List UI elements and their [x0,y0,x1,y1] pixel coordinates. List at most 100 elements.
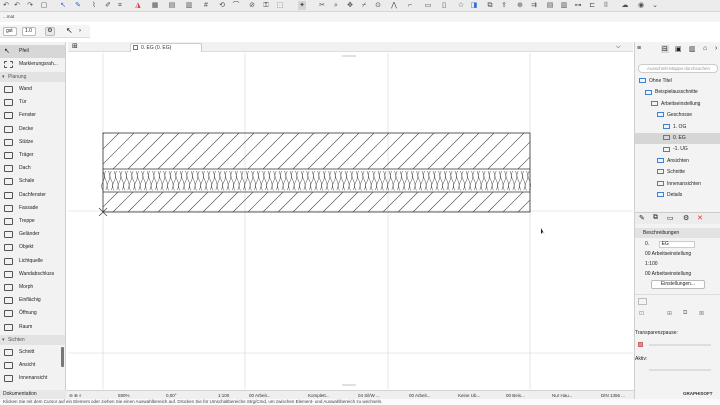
magic-wand-icon[interactable]: ✦ [298,1,306,10]
settings-icon[interactable]: ⚙ [683,214,689,222]
grid-icon[interactable]: ▤ [167,1,177,10]
teamwork-icon[interactable]: ⊕ [516,1,524,10]
toolbox-scrollbar[interactable] [61,347,64,367]
tool-wandabschluss[interactable]: Wandabschluss [0,268,65,281]
orbit-icon[interactable]: ⊙ [374,1,382,10]
pointer-icon[interactable]: ↖ [66,26,73,36]
tool-dach[interactable]: Dach [0,162,65,175]
settings-button[interactable]: Einstellungen... [651,280,705,289]
tab-menu-icon[interactable]: ⌵ [616,43,621,51]
group-sichten[interactable]: Sichten [0,335,65,345]
measure-icon[interactable]: ◮ [133,1,143,10]
tool-fenster[interactable]: Fenster [0,109,65,122]
tool-ansicht[interactable]: Ansicht [0,359,65,372]
tool-schnitt[interactable]: Schnitt [0,346,65,359]
tool-dachfenster[interactable]: Dachfenster [0,189,65,202]
chevron-right-icon[interactable]: › [79,27,81,35]
prop-layer-combo[interactable]: 00 Arbeitseinstellung [635,249,720,259]
pencil-icon[interactable]: ✎ [74,1,82,10]
adjust-icon[interactable]: ⋀ [390,1,398,10]
expand-icon[interactable]: › [715,45,717,52]
split-icon[interactable]: ⊘ [248,1,256,10]
tree-item[interactable]: -1. UG [635,144,720,155]
expand-panel-icon[interactable]: ⊠ [699,310,704,317]
tree-item[interactable]: 0. EG [635,133,720,144]
lock-icon[interactable]: ⚿ [262,1,270,10]
tool-innenansicht[interactable]: Innenansicht [0,372,65,385]
window-icon[interactable]: ▭ [424,1,432,10]
info-field-2[interactable]: 1.0 [22,27,36,36]
cloud-icon[interactable]: ☁ [620,1,630,10]
tree-item[interactable]: Beispielausschnitte [635,87,720,98]
tool-treppe[interactable]: Treppe [0,215,65,228]
render-icon[interactable]: ◉ [636,1,646,10]
tool-lichtquelle[interactable]: Lichtquelle [0,255,65,268]
prop-model-view[interactable]: 00 Arbeitseinstellung [635,269,720,279]
star-icon[interactable]: ☆ [457,1,465,10]
snap-grid-icon[interactable]: # [202,1,210,10]
pan-icon[interactable]: ✥ [346,1,354,10]
group-planung[interactable]: Planung [0,72,65,82]
eyedropper-icon[interactable]: ✐ [104,1,112,10]
save-icon[interactable]: ▢ [40,1,48,10]
tool-träger[interactable]: Träger [0,149,65,162]
tool-raum[interactable]: Raum [0,321,65,334]
color-swatch[interactable] [638,342,643,347]
publisher-icon[interactable]: ⌂ [703,45,707,52]
rotate-icon[interactable]: ⟲ [218,1,226,10]
project-map-icon[interactable]: ⊟ [661,45,669,53]
folder-icon[interactable]: ▭ [667,214,674,222]
brush-icon[interactable]: ⌇ [90,1,98,10]
tree-item[interactable]: Ohne Titel [635,76,720,87]
publish-icon[interactable]: ⇪ [500,1,508,10]
clone-icon[interactable]: ⧉ [653,214,658,222]
layers-view-icon[interactable]: ⧉ [486,1,494,10]
undo-icon[interactable]: ↶ [13,1,21,10]
tree-item[interactable]: Ansichten [635,156,720,167]
tree-item[interactable]: Geschosse [635,110,720,121]
tool-tür[interactable]: Tür [0,96,65,109]
navigator-search-input[interactable]: Ausschnitt-Mappe durchsuchen [638,64,718,73]
arrow-tool-icon[interactable]: ↖ [59,1,67,10]
tool-wand[interactable]: Wand [0,83,65,96]
tool-öffnung[interactable]: Öffnung [0,307,65,320]
tree-item[interactable]: Arbeitseinstellung [635,99,720,110]
offset-icon[interactable]: ⌒ [232,1,240,10]
duplicate-icon[interactable]: ⧉ [683,310,687,317]
tool-fassade[interactable]: Fassade [0,202,65,215]
drawing-canvas[interactable] [68,53,633,389]
tree-item[interactable]: Innenansichten [635,179,720,190]
redo-icon[interactable]: ↶ [2,1,10,10]
prop-id[interactable]: 0. [645,241,649,247]
sheet-icon[interactable]: ▯ [440,1,448,10]
tab-menu-icon[interactable]: ≡ [637,45,641,52]
sheet2-icon[interactable]: ▥ [560,1,568,10]
redo-icon[interactable]: ↷ [26,1,34,10]
redefine-icon[interactable]: ⊞ [667,310,672,317]
layout-book-icon[interactable]: ▥ [689,45,696,53]
schedule-icon[interactable]: ▤ [546,1,554,10]
zoom-icon[interactable]: ⌕ [332,1,340,10]
tree-item[interactable]: Schnitte [635,167,720,178]
grid-icon[interactable]: ⊞ [72,43,78,51]
prop-scale[interactable]: 1:100 [635,259,720,269]
send-icon[interactable]: ⇉ [530,1,538,10]
clip-icon[interactable]: ⊏ [588,1,596,10]
tool-pfeil[interactable]: ↖ Pfeil [0,45,65,58]
new-view-icon[interactable]: ✎ [639,214,645,222]
view-map-icon[interactable]: ▣ [675,45,682,53]
trim-icon[interactable]: ⌿ [360,1,368,10]
tool-schale[interactable]: Schale [0,175,65,188]
tool-markierungsrahmen[interactable]: Markierungsrah... [0,58,65,71]
tool-objekt[interactable]: Objekt [0,241,65,254]
active-slider[interactable] [649,369,711,371]
link-icon[interactable]: ⊶ [574,1,582,10]
tag-icon[interactable]: ⌷ [602,1,610,10]
toolbox-footer[interactable]: Dokumentation [0,390,66,399]
fillet-icon[interactable]: ⌐ [406,1,414,10]
tool-geländer[interactable]: Geländer [0,228,65,241]
tool-einflächig[interactable]: Einflächig [0,294,65,307]
layers-icon[interactable]: ▥ [184,1,194,10]
group-icon[interactable]: ⬚ [276,1,284,10]
magic-icon[interactable]: ⌗ [116,1,124,10]
